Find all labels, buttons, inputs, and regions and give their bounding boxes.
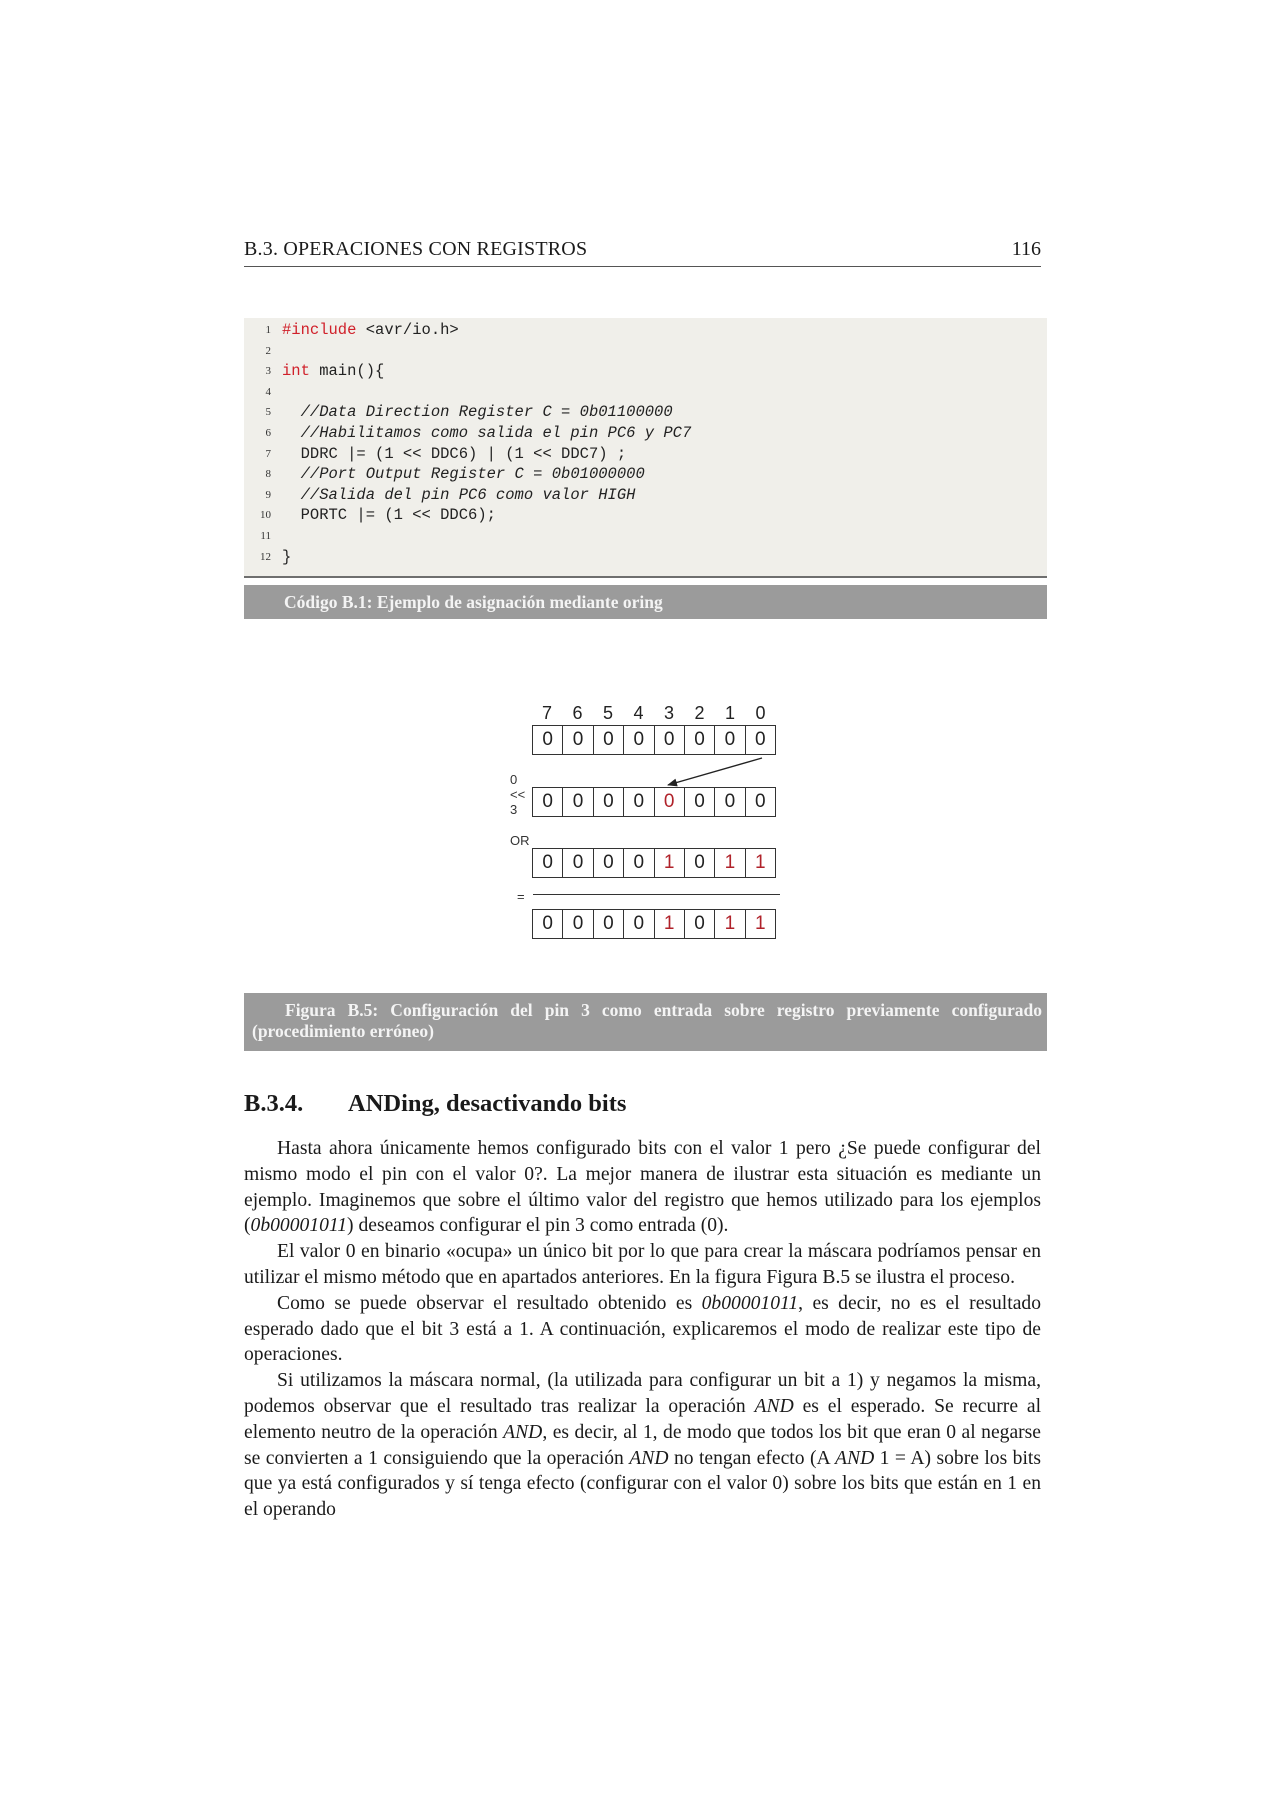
bit-cell: 0	[594, 788, 625, 816]
bit-index-label: 2	[694, 703, 705, 723]
figure-caption-text: Figura B.5: Configuración del pin 3 como…	[252, 1000, 1042, 1041]
paragraph-text: El valor 0 en binario «ocupa» un único b…	[244, 1241, 1041, 1288]
shift-label: 0 << 3	[510, 772, 526, 817]
bit-cell: 0	[685, 788, 716, 816]
bit-index-label: 3	[663, 703, 674, 723]
section-heading: B.3.4. ANDing, desactivando bits	[244, 1090, 626, 1118]
bit-cell: 0	[655, 726, 685, 754]
emphasis-text: AND	[503, 1421, 543, 1443]
bit-cell: 0	[755, 729, 766, 750]
sum-line	[533, 894, 780, 895]
bit-register-row: 00000000	[532, 787, 776, 817]
bit-register-row: 00001011	[532, 909, 776, 939]
bit-cell: 0	[594, 910, 625, 938]
bit-cell: 1	[755, 852, 766, 873]
bit-cell: 0	[533, 910, 564, 938]
bit-cell: 0	[533, 849, 564, 877]
body-paragraph: El valor 0 en binario «ocupa» un único b…	[244, 1239, 1041, 1291]
body-text: Hasta ahora únicamente hemos configurado…	[244, 1136, 1041, 1523]
emphasis-text: AND	[754, 1395, 794, 1417]
paragraph-text: no tengan efecto (A	[668, 1447, 836, 1469]
bit-index-label: 7	[541, 703, 552, 723]
bit-cell: 0	[563, 910, 594, 938]
bit-cell: 0	[655, 788, 685, 816]
bit-index-label: 5	[602, 703, 613, 723]
bit-cell: 0	[685, 726, 716, 754]
section-title: ANDing, desactivando bits	[348, 1090, 627, 1117]
bit-cell: 1	[755, 913, 766, 934]
bit-cell: 0	[624, 788, 655, 816]
bit-cell: 1	[655, 849, 685, 877]
bit-cell: 1	[715, 849, 746, 877]
emphasis-text: AND	[629, 1447, 669, 1469]
bit-cell: 0	[533, 726, 564, 754]
bit-index-label: 0	[755, 703, 766, 723]
arrow-line	[667, 757, 763, 787]
bit-cell: 0	[563, 849, 594, 877]
bit-cell: 0	[563, 788, 594, 816]
bit-cell: 0	[533, 788, 564, 816]
bit-cell: 0	[685, 849, 716, 877]
bit-cell: 0	[624, 910, 655, 938]
bit-cell: 0	[594, 849, 625, 877]
paragraph-text: Como se puede observar el resultado obte…	[277, 1292, 702, 1314]
section-number: B.3.4.	[244, 1090, 304, 1117]
figure-caption: Figura B.5: Configuración del pin 3 como…	[244, 993, 1047, 1051]
emphasis-text: AND	[835, 1447, 875, 1469]
emphasis-text: 0b00001011	[701, 1292, 799, 1314]
bit-cell: 0	[624, 849, 655, 877]
bit-cell: 0	[715, 788, 746, 816]
bit-cell: 0	[624, 726, 655, 754]
equals-label: =	[517, 889, 525, 904]
bit-register-row: 00000000	[532, 725, 776, 755]
bit-cell: 0	[685, 910, 716, 938]
bit-index-label: 4	[633, 703, 644, 723]
bit-cell: 0	[715, 726, 746, 754]
paragraph-text: ) deseamos configurar el pin 3 como entr…	[347, 1215, 729, 1237]
bit-cell: 0	[755, 791, 766, 812]
bit-cell: 0	[594, 726, 625, 754]
emphasis-text: 0b00001011	[250, 1215, 348, 1237]
bit-index-label: 1	[724, 703, 735, 723]
or-label: OR	[510, 833, 530, 848]
bit-cell: 1	[715, 910, 746, 938]
bit-index-label: 6	[572, 703, 583, 723]
body-paragraph: Como se puede observar el resultado obte…	[244, 1291, 1041, 1368]
bit-register-row: 00001011	[532, 848, 776, 878]
bit-cell: 0	[563, 726, 594, 754]
bit-cell: 1	[655, 910, 685, 938]
body-paragraph: Si utilizamos la máscara normal, (la uti…	[244, 1368, 1041, 1523]
body-paragraph: Hasta ahora únicamente hemos configurado…	[244, 1136, 1041, 1239]
